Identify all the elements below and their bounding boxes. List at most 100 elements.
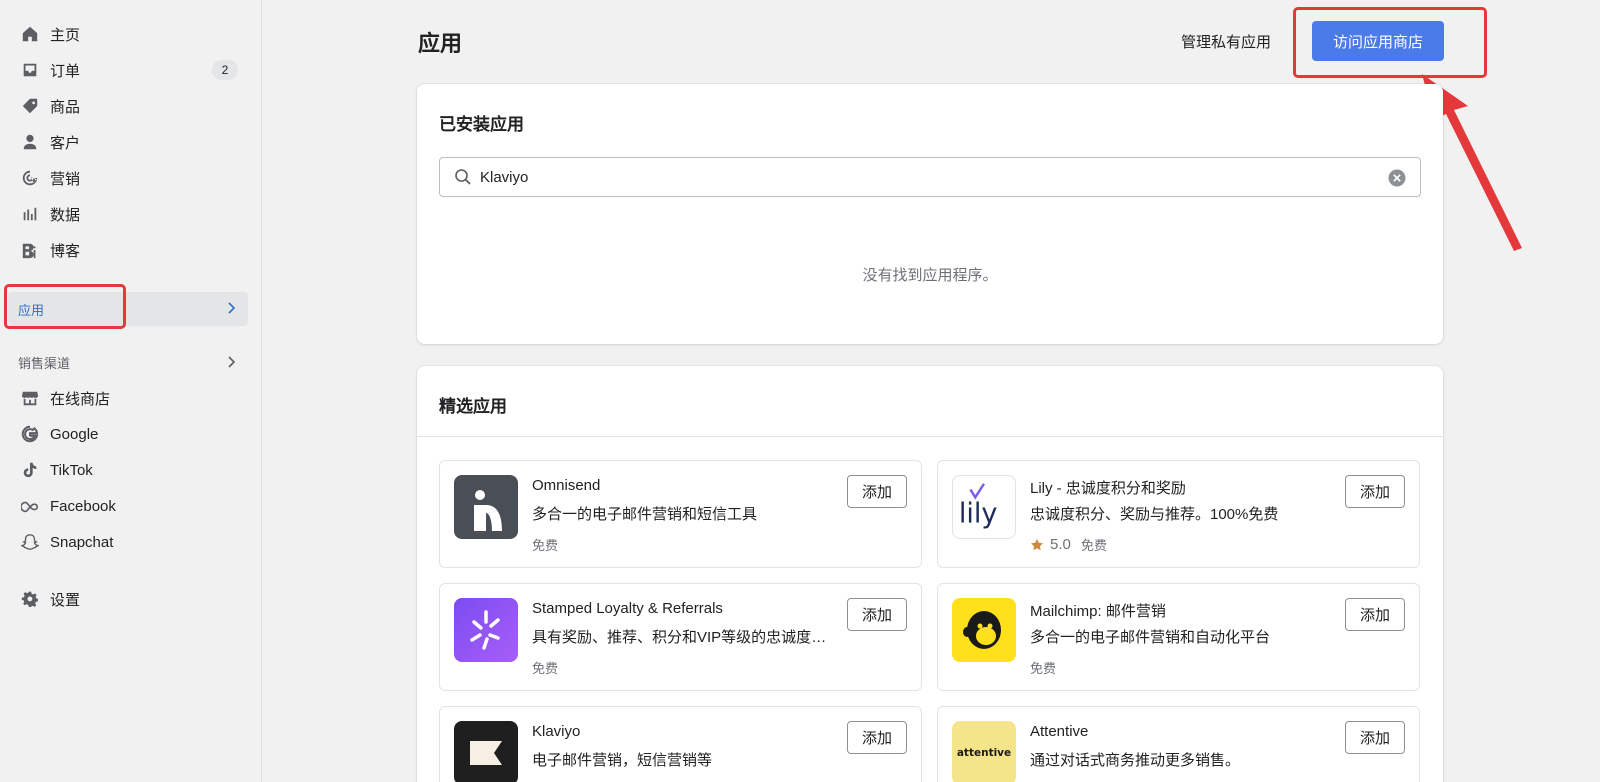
add-app-button[interactable]: 添加	[1345, 721, 1405, 754]
sidebar-item-label: 商品	[50, 98, 81, 116]
app-name: Lily - 忠诚度积分和奖励	[1030, 480, 1186, 497]
blog-icon	[20, 240, 40, 260]
app-card-attentive[interactable]: attentive Attentive 通过对话式商务推动更多销售。 添加	[937, 706, 1420, 782]
sidebar-item-label: Snapchat	[50, 533, 114, 551]
sidebar-item-label: TikTok	[50, 461, 93, 479]
sidebar-item-marketing[interactable]: 营销	[12, 162, 248, 194]
app-meta: 5.0 免费	[1030, 535, 1107, 554]
sidebar-item-analytics[interactable]: 数据	[12, 198, 248, 230]
highlight-box-apps	[4, 284, 126, 329]
lily-logo: lily	[952, 475, 1016, 539]
app-card-mailchimp[interactable]: Mailchimp: 邮件营销 多合一的电子邮件营销和自动化平台 免费 添加	[937, 583, 1420, 691]
add-app-button[interactable]: 添加	[847, 721, 907, 754]
orders-count-badge: 2	[212, 60, 238, 80]
add-app-button[interactable]: 添加	[1345, 475, 1405, 508]
app-price: 免费	[532, 661, 559, 676]
sidebar-item-label: 数据	[50, 206, 81, 224]
person-icon	[20, 132, 40, 152]
section-label: 销售渠道	[18, 355, 71, 371]
app-price: 免费	[1080, 538, 1107, 553]
home-icon	[20, 24, 40, 44]
app-name: Klaviyo	[532, 723, 581, 740]
app-card-lily[interactable]: lily Lily - 忠诚度积分和奖励 忠诚度积分、奖励与推荐。100%免费 …	[937, 460, 1420, 568]
store-icon	[20, 388, 40, 408]
manage-private-apps-link[interactable]: 管理私有应用	[1181, 31, 1271, 52]
add-app-button[interactable]: 添加	[1345, 598, 1405, 631]
omnisend-logo	[454, 475, 518, 539]
search-icon	[455, 169, 471, 185]
divider	[417, 436, 1443, 437]
featured-apps-card: 精选应用 Omnisend 多合一的电子邮件营销和短信工具 免费 添加 lily…	[417, 366, 1443, 782]
app-meta: 免费	[532, 535, 558, 554]
app-name: Omnisend	[532, 477, 601, 494]
installed-apps-title: 已安装应用	[439, 115, 524, 134]
sidebar-item-label: 营销	[50, 170, 81, 188]
app-card-omnisend[interactable]: Omnisend 多合一的电子邮件营销和短信工具 免费 添加	[439, 460, 922, 568]
sidebar: 主页 订单 2 商品 客户 营销 数据 博客 应用 销售渠道 在线商店 Goog	[0, 0, 262, 782]
installed-apps-card: 已安装应用 没有找到应用程序。	[417, 84, 1443, 344]
sidebar-item-tiktok[interactable]: TikTok	[12, 454, 248, 486]
app-meta: 免费	[1030, 658, 1056, 677]
app-rating: 5.0	[1050, 536, 1071, 553]
sidebar-item-label: 设置	[50, 591, 81, 609]
snapchat-icon	[20, 532, 40, 552]
app-name: Mailchimp: 邮件营销	[1030, 603, 1166, 620]
klaviyo-logo	[454, 721, 518, 782]
sidebar-item-blog[interactable]: 博客	[12, 234, 248, 266]
attentive-logo: attentive	[952, 721, 1016, 782]
star-icon	[1031, 538, 1043, 550]
sidebar-item-products[interactable]: 商品	[12, 90, 248, 122]
app-name: Stamped Loyalty & Referrals	[532, 600, 723, 617]
app-card-klaviyo[interactable]: Klaviyo 电子邮件营销，短信营销等 添加	[439, 706, 922, 782]
add-app-button[interactable]: 添加	[847, 475, 907, 508]
google-icon	[20, 424, 40, 444]
sidebar-item-label: Google	[50, 425, 99, 443]
app-description: 通过对话式商务推动更多销售。	[1030, 752, 1241, 769]
meta-icon	[20, 496, 40, 516]
sidebar-item-snapchat[interactable]: Snapchat	[12, 526, 248, 558]
sidebar-item-label: 主页	[50, 26, 81, 44]
gear-icon	[20, 589, 40, 609]
tiktok-icon	[20, 460, 40, 480]
orders-icon	[20, 60, 40, 80]
page-title: 应用	[418, 31, 463, 56]
attentive-logo-text: attentive	[956, 747, 1012, 759]
app-description: 具有奖励、推荐、积分和VIP等级的忠诚度计划	[532, 629, 837, 646]
highlight-box-store-button	[1293, 7, 1487, 78]
app-description: 多合一的电子邮件营销和自动化平台	[1030, 629, 1271, 646]
sidebar-item-home[interactable]: 主页	[12, 18, 248, 50]
sidebar-item-label: Facebook	[50, 497, 116, 515]
chart-icon	[20, 204, 40, 224]
app-description: 忠诚度积分、奖励与推荐。100%免费	[1030, 506, 1279, 523]
sidebar-item-customers[interactable]: 客户	[12, 126, 248, 158]
sidebar-item-label: 订单	[50, 62, 81, 80]
sidebar-item-orders[interactable]: 订单 2	[12, 54, 248, 86]
sidebar-item-online-store[interactable]: 在线商店	[12, 382, 248, 414]
sales-channels-header[interactable]: 销售渠道	[18, 352, 248, 372]
chevron-right-icon	[228, 302, 236, 314]
app-card-stamped[interactable]: Stamped Loyalty & Referrals 具有奖励、推荐、积分和V…	[439, 583, 922, 691]
app-price: 免费	[532, 538, 559, 553]
featured-apps-title: 精选应用	[439, 397, 507, 416]
marketing-icon	[20, 168, 40, 188]
app-meta: 免费	[532, 658, 558, 677]
sidebar-item-facebook[interactable]: Facebook	[12, 490, 248, 522]
app-description: 多合一的电子邮件营销和短信工具	[532, 506, 758, 523]
svg-text:lily: lily	[959, 499, 998, 530]
clear-search-icon[interactable]	[1388, 169, 1406, 187]
mailchimp-logo	[952, 598, 1016, 662]
app-description: 电子邮件营销，短信营销等	[532, 752, 713, 769]
empty-state-message: 没有找到应用程序。	[862, 267, 998, 284]
tag-icon	[20, 96, 40, 116]
sidebar-item-google[interactable]: Google	[12, 418, 248, 450]
app-name: Attentive	[1030, 723, 1089, 740]
sidebar-item-label: 博客	[50, 242, 81, 260]
chevron-right-icon	[228, 356, 236, 368]
search-field[interactable]	[439, 157, 1421, 197]
stamped-logo	[454, 598, 518, 662]
add-app-button[interactable]: 添加	[847, 598, 907, 631]
search-input[interactable]	[480, 168, 1360, 186]
sidebar-item-settings[interactable]: 设置	[12, 583, 248, 615]
sidebar-item-label: 在线商店	[50, 390, 111, 408]
sidebar-item-label: 客户	[50, 134, 81, 152]
